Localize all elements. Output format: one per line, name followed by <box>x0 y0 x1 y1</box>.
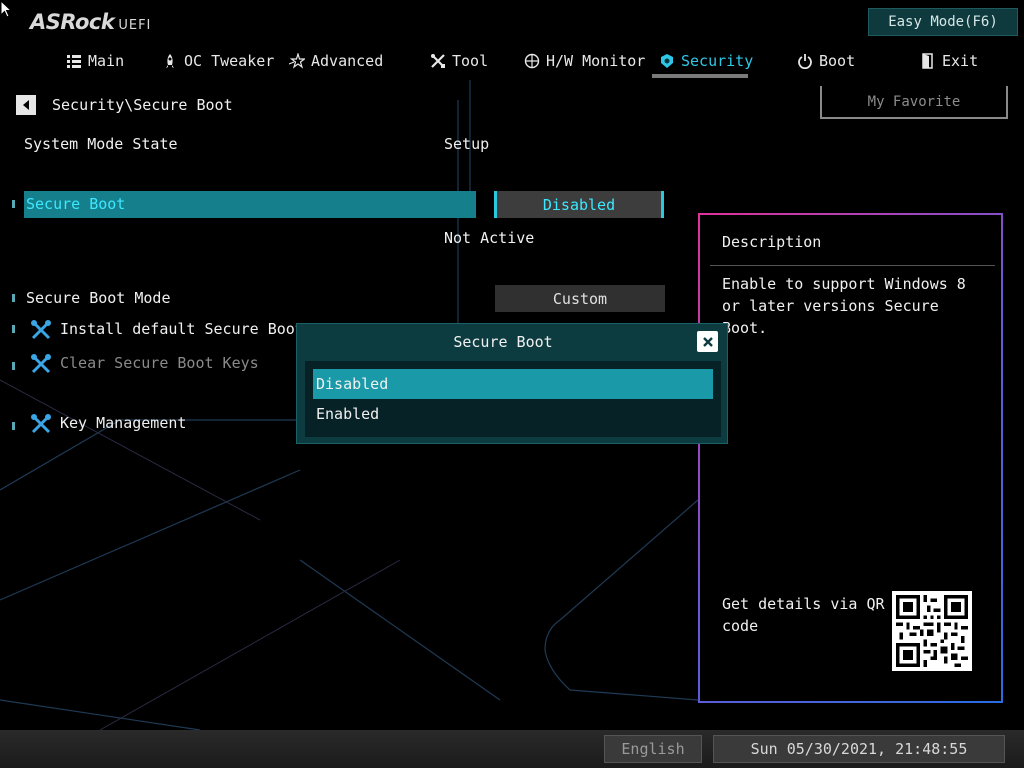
tab-exit[interactable]: Exit <box>920 44 978 78</box>
key-management-item[interactable]: Key Management <box>60 414 186 432</box>
monitor-icon <box>524 53 540 69</box>
tab-hw-monitor[interactable]: H/W Monitor <box>524 44 645 78</box>
row-marker <box>12 325 15 333</box>
row-marker <box>12 200 15 208</box>
tab-main-label: Main <box>88 52 125 70</box>
shield-icon <box>661 54 673 68</box>
language-button[interactable]: English <box>604 735 702 763</box>
tab-tool[interactable]: Tool <box>430 44 488 78</box>
system-mode-state-value: Setup <box>444 135 490 153</box>
popup-option-list: Disabled Enabled <box>305 361 721 437</box>
mouse-cursor-icon <box>0 0 13 18</box>
brand-sub: UEFI <box>118 18 152 33</box>
tab-tool-label: Tool <box>452 52 489 70</box>
my-favorite-button[interactable]: My Favorite <box>820 86 1008 119</box>
tab-oc-tweaker[interactable]: OC Tweaker <box>162 44 274 78</box>
secure-boot-status: Not Active <box>444 229 535 247</box>
qr-code <box>892 591 972 671</box>
description-panel: Description Enable to support Windows 8 … <box>698 213 1003 703</box>
tab-hw-monitor-label: H/W Monitor <box>546 52 646 70</box>
datetime-display: Sun 05/30/2021, 21:48:55 <box>713 735 1005 763</box>
tab-main[interactable]: Main <box>66 44 124 78</box>
description-text: Enable to support Windows 8 or later ver… <box>722 275 966 337</box>
brand-name: ASRock <box>30 10 115 34</box>
exit-door-icon <box>922 53 933 69</box>
popup-title: Secure Boot <box>453 333 553 351</box>
tab-advanced[interactable]: Advanced <box>289 44 383 78</box>
row-marker <box>12 294 15 302</box>
back-arrow-icon <box>23 100 29 110</box>
tab-advanced-label: Advanced <box>311 52 384 70</box>
rocket-icon <box>166 54 174 68</box>
row-marker <box>12 362 15 370</box>
tools-icon <box>31 320 51 340</box>
clear-secure-boot-keys-item[interactable]: Clear Secure Boot Keys <box>60 354 259 372</box>
list-icon <box>67 55 81 68</box>
breadcrumb: Security\Secure Boot <box>52 96 233 114</box>
popup-option-disabled[interactable]: Disabled <box>313 369 713 399</box>
secure-boot-label: Secure Boot <box>26 195 126 213</box>
asrock-logo: ASRock UEFI <box>30 10 151 36</box>
description-divider <box>710 265 995 266</box>
main-tab-bar: Main OC Tweaker Advanced Tool H/W Monito… <box>0 44 1024 80</box>
star-icon <box>289 53 305 69</box>
qr-caption: Get details via QR code <box>722 595 885 635</box>
secure-boot-mode-value-button[interactable]: Custom <box>495 285 665 312</box>
tab-oc-tweaker-label: OC Tweaker <box>184 52 275 70</box>
secure-boot-popup: Secure Boot Disabled Enabled <box>296 323 728 444</box>
tools-icon <box>31 354 51 374</box>
system-mode-state-label: System Mode State <box>24 135 178 153</box>
popup-option-enabled[interactable]: Enabled <box>313 399 713 429</box>
qr-code-icon <box>896 595 968 667</box>
back-button[interactable] <box>16 95 36 115</box>
tab-boot[interactable]: Boot <box>797 44 855 78</box>
tab-exit-label: Exit <box>942 52 979 70</box>
close-icon <box>702 336 713 347</box>
description-title: Description <box>722 233 822 251</box>
secure-boot-value-button[interactable]: Disabled <box>494 191 664 218</box>
tab-security[interactable]: Security <box>659 44 753 78</box>
tab-security-label: Security <box>681 52 754 70</box>
easy-mode-button[interactable]: Easy Mode(F6) <box>868 8 1018 36</box>
tab-boot-label: Boot <box>819 52 856 70</box>
active-tab-indicator <box>652 74 748 78</box>
power-icon <box>798 54 812 69</box>
tools-icon <box>431 54 445 68</box>
row-marker <box>12 422 15 430</box>
popup-close-button[interactable] <box>697 331 718 352</box>
secure-boot-mode-label[interactable]: Secure Boot Mode <box>26 289 171 307</box>
tools-icon <box>31 414 51 434</box>
